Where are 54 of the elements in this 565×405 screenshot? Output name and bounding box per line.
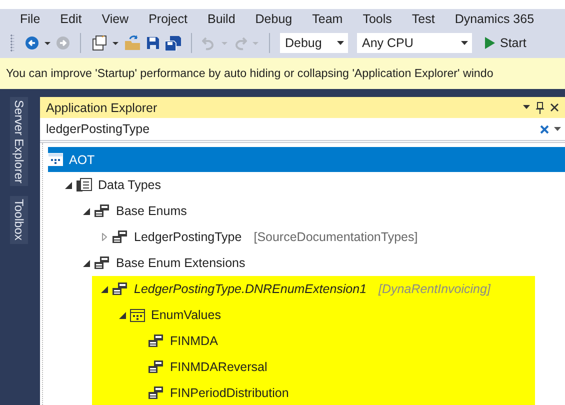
model-label: [DynaRentInvoicing] bbox=[378, 282, 490, 296]
expanded-arrow-icon[interactable] bbox=[118, 312, 126, 318]
enum-icon bbox=[148, 360, 164, 374]
model-label: [SourceDocumentationTypes] bbox=[254, 230, 418, 244]
open-folder-icon[interactable] bbox=[124, 35, 141, 51]
dropdown-caret-icon[interactable] bbox=[554, 126, 561, 132]
save-icon[interactable] bbox=[146, 36, 160, 50]
enum-icon bbox=[112, 230, 128, 244]
enum-icon bbox=[148, 386, 164, 400]
collapsed-arrow-icon[interactable] bbox=[102, 233, 106, 241]
menu-item[interactable]: Build bbox=[197, 12, 246, 26]
enum-icon bbox=[112, 282, 128, 296]
menu-item[interactable]: Dynamics 365 bbox=[444, 12, 544, 26]
panel-title: Application Explorer bbox=[46, 100, 158, 114]
menu-item[interactable]: Project bbox=[138, 12, 198, 26]
side-tab[interactable]: Toolbox bbox=[10, 196, 28, 244]
tree-item[interactable]: Data Types bbox=[48, 172, 565, 198]
expanded-arrow-icon[interactable] bbox=[82, 260, 90, 266]
tree-item[interactable]: AOT bbox=[48, 147, 565, 172]
start-button[interactable]: Start bbox=[485, 36, 526, 50]
expanded-arrow-icon[interactable] bbox=[100, 286, 108, 292]
expanded-arrow-icon[interactable] bbox=[82, 208, 90, 214]
enum-icon bbox=[148, 334, 164, 348]
tree-item[interactable]: Base Enum Extensions bbox=[48, 250, 565, 276]
enum-icon bbox=[94, 256, 110, 270]
tree-item[interactable]: Base Enums bbox=[48, 198, 565, 224]
menu-item[interactable]: Edit bbox=[50, 12, 92, 26]
menu-item[interactable]: Tools bbox=[352, 12, 402, 26]
configuration-dropdown[interactable]: Any CPU bbox=[357, 33, 472, 53]
expanded-arrow-icon[interactable] bbox=[64, 182, 72, 188]
save-all-icon[interactable] bbox=[165, 36, 181, 50]
menu-item[interactable]: Debug bbox=[245, 12, 302, 26]
info-message: You can improve 'Startup' performance by auto hiding or collapsing 'Application Explorer' windo bbox=[6, 67, 494, 80]
list-icon bbox=[130, 308, 145, 322]
play-icon bbox=[485, 37, 495, 49]
node-icon bbox=[48, 153, 63, 166]
tree-item[interactable]: LedgerPostingType [SourceDocumentationTypes] bbox=[48, 224, 565, 250]
close-icon[interactable] bbox=[550, 103, 559, 112]
caret-icon bbox=[337, 40, 344, 46]
configuration-dropdown[interactable]: Debug bbox=[280, 33, 348, 53]
enum-icon bbox=[94, 204, 110, 218]
menu-item[interactable]: Team bbox=[302, 12, 353, 26]
clear-icon[interactable] bbox=[540, 124, 549, 134]
tree-item[interactable]: LedgerPostingType.DNREnumExtension1 [DynaRentInvoicing] bbox=[92, 276, 535, 302]
side-tab[interactable]: Server Explorer bbox=[10, 97, 28, 186]
dropdown-caret-icon[interactable] bbox=[523, 105, 530, 110]
menu-item[interactable]: File bbox=[10, 12, 50, 26]
table-icon bbox=[76, 178, 92, 192]
menu-item[interactable]: Test bbox=[402, 12, 445, 26]
caret-icon bbox=[461, 40, 468, 46]
pin-icon[interactable] bbox=[536, 102, 544, 114]
menu-item[interactable]: View bbox=[92, 12, 139, 26]
new-project-icon[interactable] bbox=[91, 35, 107, 51]
search-field[interactable]: ledgerPostingType bbox=[40, 118, 565, 143]
